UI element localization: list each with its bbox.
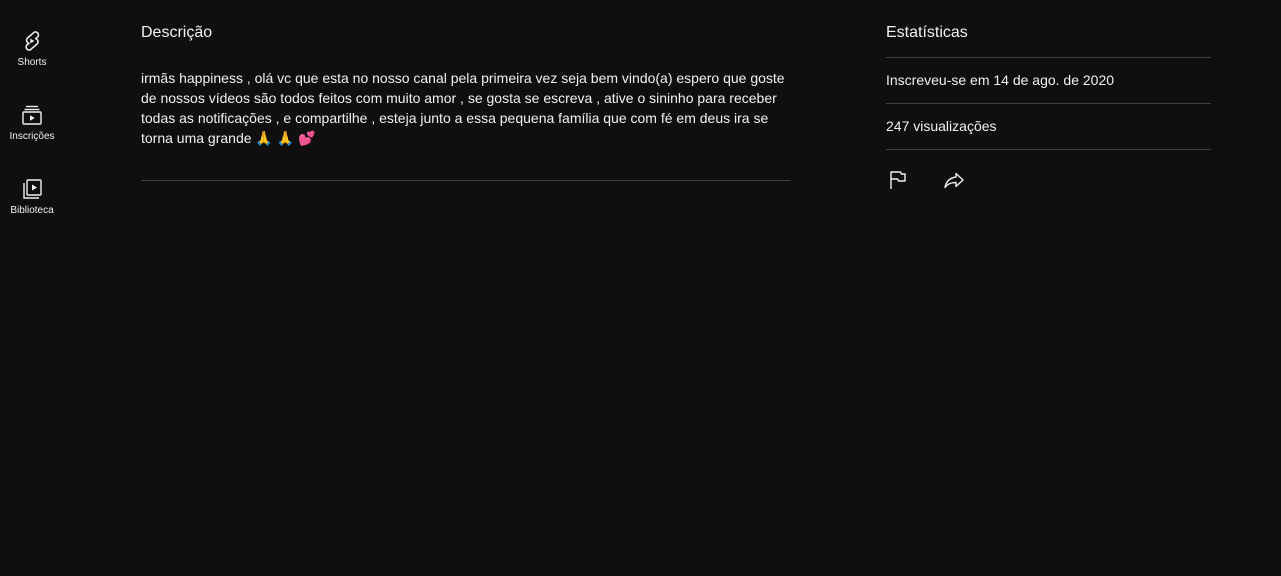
description-title: Descrição (141, 24, 213, 41)
mini-guide: Shorts Inscrições Biblioteca (0, 0, 64, 576)
subscriptions-icon (20, 103, 44, 127)
guide-item-label: Inscrições (9, 131, 55, 142)
stats-title: Estatísticas (886, 24, 968, 41)
stats-section: Estatísticas Inscreveu-se em 14 de ago. … (886, 22, 1211, 200)
stats-actions (886, 160, 1211, 200)
guide-item-library[interactable]: Biblioteca (0, 161, 64, 235)
joined-date: Inscreveu-se em 14 de ago. de 2020 (886, 72, 1115, 88)
shorts-icon (20, 29, 44, 53)
description-text: irmãs happiness , olá vc que esta no nos… (141, 70, 789, 146)
description-divider (141, 180, 790, 181)
guide-item-label: Biblioteca (10, 205, 54, 216)
channel-about-page: Shorts Inscrições Biblioteca Descrição i… (0, 0, 1281, 576)
share-button[interactable] (942, 160, 982, 200)
library-icon (20, 177, 44, 201)
guide-item-shorts[interactable]: Shorts (0, 13, 64, 87)
flag-icon (886, 168, 910, 192)
stats-divider (886, 149, 1211, 150)
guide-item-subscriptions[interactable]: Inscrições (0, 87, 64, 161)
share-icon (942, 168, 966, 192)
description-section: Descrição irmãs happiness , olá vc que e… (141, 22, 790, 181)
report-button[interactable] (886, 160, 926, 200)
view-count: 247 visualizações (886, 118, 997, 134)
guide-item-label: Shorts (17, 57, 47, 68)
